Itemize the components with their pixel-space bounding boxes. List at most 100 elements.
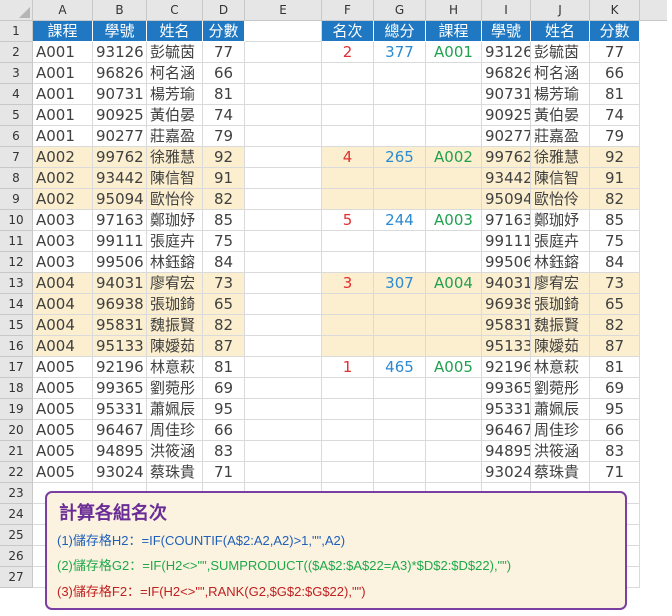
right-table-cell[interactable] xyxy=(322,126,374,147)
right-table-cell[interactable] xyxy=(374,294,426,315)
right-table-cell[interactable] xyxy=(322,315,374,336)
left-table-cell[interactable]: 93442 xyxy=(93,168,147,189)
right-table-cell[interactable] xyxy=(374,336,426,357)
left-table-cell[interactable]: 歐怡伶 xyxy=(147,189,203,210)
select-all-corner[interactable] xyxy=(0,0,33,21)
column-header-i[interactable]: I xyxy=(482,0,531,21)
right-table-cell[interactable]: 265 xyxy=(374,147,426,168)
right-table-cell[interactable] xyxy=(374,231,426,252)
left-table-cell[interactable]: 張珈錡 xyxy=(147,294,203,315)
right-table-cell[interactable] xyxy=(374,126,426,147)
left-table-cell[interactable]: 99762 xyxy=(93,147,147,168)
left-table-cell[interactable]: 81 xyxy=(203,357,245,378)
right-table-cell[interactable] xyxy=(426,315,482,336)
right-table-cell[interactable]: 4 xyxy=(322,147,374,168)
right-table-cell[interactable]: 96938 xyxy=(482,294,531,315)
right-table-cell[interactable]: 徐雅慧 xyxy=(531,147,590,168)
grid-cell[interactable] xyxy=(245,252,322,273)
grid-cell[interactable] xyxy=(245,210,322,231)
right-table-cell[interactable]: 93442 xyxy=(482,168,531,189)
left-table-cell[interactable]: 82 xyxy=(203,315,245,336)
right-table-cell[interactable]: 90925 xyxy=(482,105,531,126)
grid-cell[interactable] xyxy=(245,147,322,168)
right-table-cell[interactable]: A004 xyxy=(426,273,482,294)
right-table-cell[interactable] xyxy=(322,252,374,273)
grid-cell[interactable] xyxy=(245,336,322,357)
right-table-cell[interactable]: 95094 xyxy=(482,189,531,210)
right-table-cell[interactable]: 蕭姵辰 xyxy=(531,399,590,420)
row-header-15[interactable]: 15 xyxy=(0,315,33,336)
left-table-cell[interactable]: 96467 xyxy=(93,420,147,441)
column-header-h[interactable]: H xyxy=(426,0,482,21)
left-table-cell[interactable]: A001 xyxy=(33,63,93,84)
right-table-cell[interactable] xyxy=(374,441,426,462)
left-table-cell[interactable]: 蕭姵辰 xyxy=(147,399,203,420)
right-table-cell[interactable]: 95 xyxy=(590,399,640,420)
right-table-cell[interactable]: 81 xyxy=(590,357,640,378)
left-table-cell[interactable]: 93024 xyxy=(93,462,147,483)
left-table-cell[interactable]: A003 xyxy=(33,252,93,273)
left-table-cell[interactable]: 林意萩 xyxy=(147,357,203,378)
grid-cell[interactable] xyxy=(245,105,322,126)
left-table-cell[interactable]: 85 xyxy=(203,210,245,231)
row-header-19[interactable]: 19 xyxy=(0,399,33,420)
row-header-7[interactable]: 7 xyxy=(0,147,33,168)
right-table-cell[interactable] xyxy=(426,168,482,189)
right-table-cell[interactable] xyxy=(322,336,374,357)
right-table-cell[interactable]: 蔡珠貴 xyxy=(531,462,590,483)
right-table-cell[interactable]: 94895 xyxy=(482,441,531,462)
left-table-cell[interactable]: A003 xyxy=(33,231,93,252)
right-table-cell[interactable]: 95133 xyxy=(482,336,531,357)
right-table-cell[interactable]: 69 xyxy=(590,378,640,399)
right-table-cell[interactable] xyxy=(322,462,374,483)
left-table-cell[interactable]: A004 xyxy=(33,315,93,336)
right-table-cell[interactable] xyxy=(426,84,482,105)
grid-cell[interactable] xyxy=(245,168,322,189)
right-table-cell[interactable] xyxy=(426,252,482,273)
left-table-cell[interactable]: A005 xyxy=(33,441,93,462)
left-table-cell[interactable]: 91 xyxy=(203,168,245,189)
left-table-cell[interactable]: 96826 xyxy=(93,63,147,84)
column-header-d[interactable]: D xyxy=(203,0,245,21)
right-table-cell[interactable]: 97163 xyxy=(482,210,531,231)
left-table-cell[interactable]: A005 xyxy=(33,462,93,483)
grid-cell[interactable] xyxy=(245,357,322,378)
right-table-cell[interactable]: 96826 xyxy=(482,63,531,84)
right-table-cell[interactable] xyxy=(426,462,482,483)
row-header-1[interactable]: 1 xyxy=(0,21,33,42)
left-table-cell[interactable]: 93126 xyxy=(93,42,147,63)
right-header-cell[interactable]: 名次 xyxy=(322,21,374,42)
row-header-3[interactable]: 3 xyxy=(0,63,33,84)
left-table-cell[interactable]: 66 xyxy=(203,420,245,441)
right-table-cell[interactable] xyxy=(426,189,482,210)
row-header-4[interactable]: 4 xyxy=(0,84,33,105)
right-table-cell[interactable]: 65 xyxy=(590,294,640,315)
left-table-cell[interactable]: 楊芳瑜 xyxy=(147,84,203,105)
right-table-cell[interactable]: 307 xyxy=(374,273,426,294)
right-table-cell[interactable]: 90277 xyxy=(482,126,531,147)
left-table-cell[interactable]: A001 xyxy=(33,126,93,147)
right-table-cell[interactable]: A003 xyxy=(426,210,482,231)
row-header-9[interactable]: 9 xyxy=(0,189,33,210)
right-header-cell[interactable]: 姓名 xyxy=(531,21,590,42)
right-table-cell[interactable]: 林意萩 xyxy=(531,357,590,378)
right-table-cell[interactable]: 95831 xyxy=(482,315,531,336)
left-table-cell[interactable]: 柯名涵 xyxy=(147,63,203,84)
right-table-cell[interactable]: 84 xyxy=(590,252,640,273)
left-table-cell[interactable]: 鄭珈妤 xyxy=(147,210,203,231)
left-table-cell[interactable]: A002 xyxy=(33,147,93,168)
right-table-cell[interactable]: 77 xyxy=(590,42,640,63)
left-table-cell[interactable]: 99506 xyxy=(93,252,147,273)
right-table-cell[interactable] xyxy=(374,105,426,126)
left-table-cell[interactable]: A004 xyxy=(33,273,93,294)
column-header-a[interactable]: A xyxy=(33,0,93,21)
right-table-cell[interactable]: 洪筱涵 xyxy=(531,441,590,462)
right-table-cell[interactable]: 377 xyxy=(374,42,426,63)
right-table-cell[interactable]: 歐怡伶 xyxy=(531,189,590,210)
left-table-cell[interactable]: 陳信智 xyxy=(147,168,203,189)
right-table-cell[interactable]: 94031 xyxy=(482,273,531,294)
column-header-f[interactable]: F xyxy=(322,0,374,21)
left-header-cell[interactable]: 課程 xyxy=(33,21,93,42)
left-table-cell[interactable]: A001 xyxy=(33,105,93,126)
right-table-cell[interactable] xyxy=(322,84,374,105)
